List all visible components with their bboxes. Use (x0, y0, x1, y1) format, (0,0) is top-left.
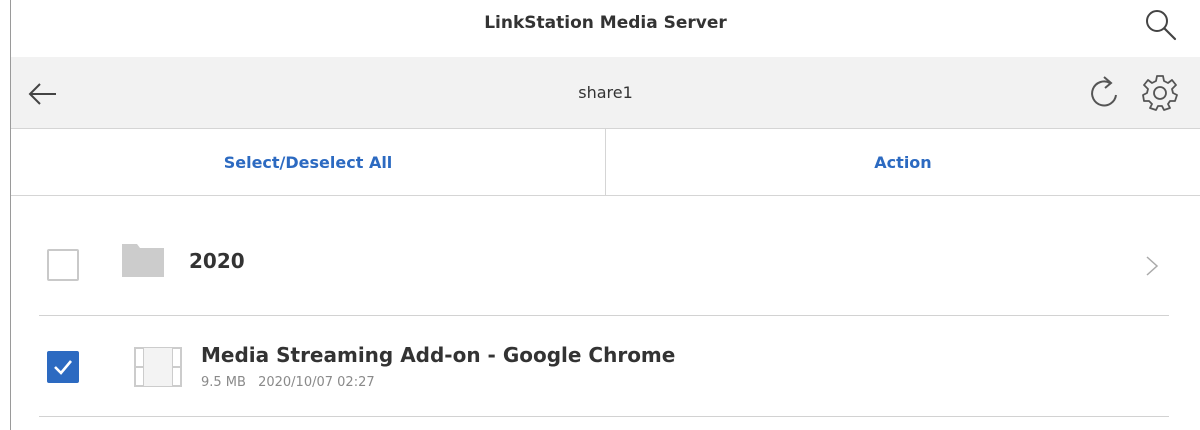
list-item[interactable]: 2020 (39, 212, 1169, 316)
search-icon[interactable] (1144, 8, 1178, 42)
title-bar: LinkStation Media Server (11, 0, 1200, 57)
chevron-right-icon[interactable] (1144, 254, 1160, 278)
file-date: 2020/10/07 02:27 (258, 375, 375, 390)
folder-icon (122, 244, 164, 277)
file-name: Media Streaming Add-on - Google Chrome (201, 343, 676, 367)
item-checkbox[interactable] (47, 351, 79, 383)
app-title: LinkStation Media Server (484, 13, 727, 33)
select-deselect-all-button[interactable]: Select/Deselect All (11, 129, 605, 195)
folder-name: 2020 (189, 249, 245, 273)
film-icon (134, 347, 182, 387)
app-window: LinkStation Media Server share1 Select/D… (10, 0, 1200, 430)
action-button[interactable]: Action (605, 129, 1200, 195)
action-toolbar: Select/Deselect All Action (11, 128, 1200, 196)
refresh-icon[interactable] (1086, 73, 1122, 111)
current-folder-name: share1 (578, 83, 633, 102)
navigation-bar: share1 (11, 57, 1200, 128)
gear-icon[interactable] (1141, 73, 1179, 111)
file-meta: 9.5 MB 2020/10/07 02:27 (201, 375, 375, 390)
file-size: 9.5 MB (201, 375, 246, 390)
checkmark-icon (54, 360, 72, 375)
item-checkbox[interactable] (47, 249, 79, 281)
list-item[interactable]: Media Streaming Add-on - Google Chrome 9… (39, 313, 1169, 417)
